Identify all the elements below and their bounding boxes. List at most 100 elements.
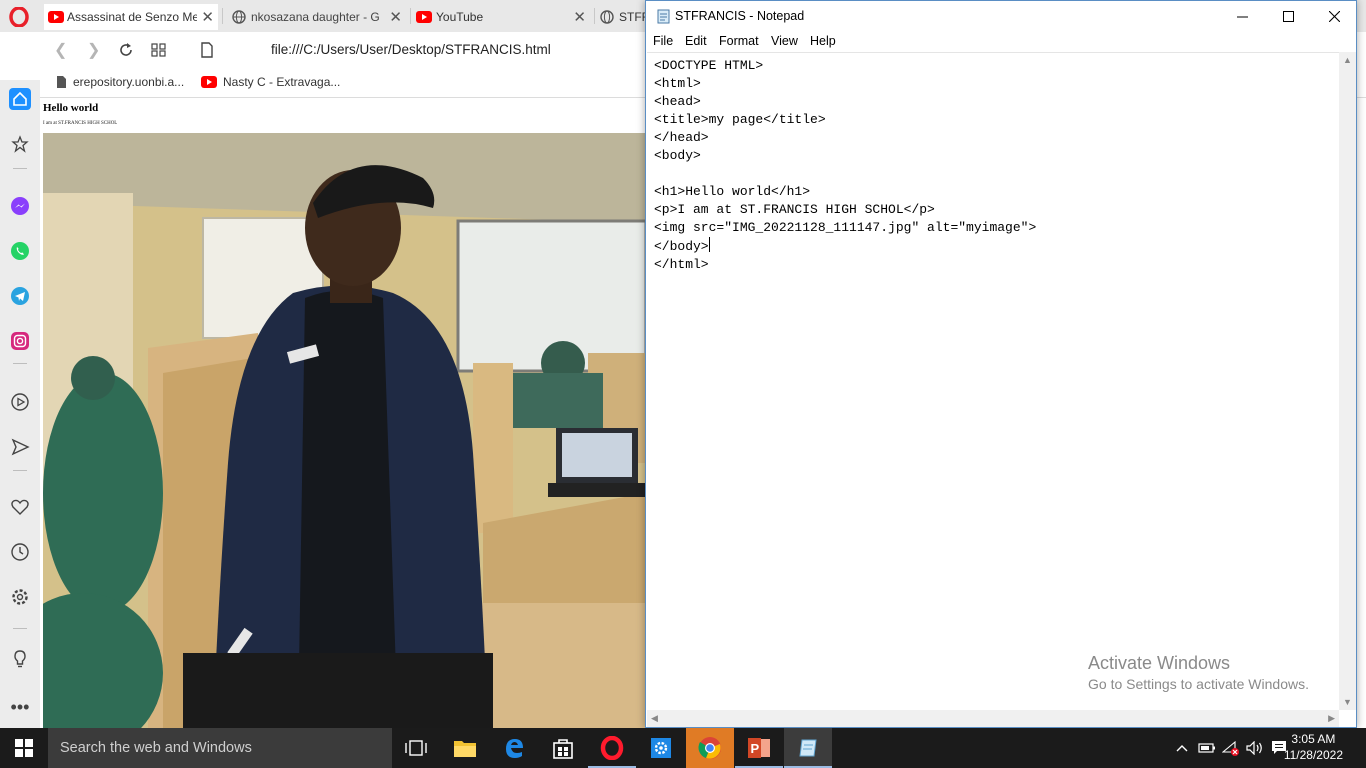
taskbar-opera[interactable]: [588, 728, 636, 768]
telegram-icon[interactable]: [9, 285, 31, 307]
scroll-up-icon[interactable]: ▲: [1343, 55, 1352, 65]
menu-help[interactable]: Help: [810, 34, 836, 48]
taskbar-chrome[interactable]: [686, 728, 734, 768]
forward-icon[interactable]: ❯: [87, 40, 100, 60]
sidebar-divider: [13, 363, 27, 364]
code-line: <title>my page</title>: [654, 112, 826, 127]
reload-icon[interactable]: [118, 42, 134, 58]
system-clock[interactable]: 3:05 AM 11/28/2022: [1284, 731, 1343, 763]
vertical-scrollbar[interactable]: ▲ ▼: [1339, 52, 1356, 710]
volume-tray[interactable]: [1244, 728, 1266, 768]
taskbar-search-box[interactable]: Search the web and Windows: [48, 728, 392, 768]
taskbar-powerpoint[interactable]: P: [735, 728, 783, 768]
minimize-icon: [1236, 16, 1248, 17]
history-icon[interactable]: [9, 541, 31, 563]
sidebar-divider: [13, 470, 27, 471]
code-line: <img src="IMG_20221128_111147.jpg" alt="…: [654, 220, 1037, 235]
menu-bar: File Edit Format View Help: [646, 31, 1356, 51]
network-tray[interactable]: [1220, 728, 1242, 768]
star-icon[interactable]: [9, 133, 31, 155]
instagram-icon[interactable]: [9, 330, 31, 352]
settings-icon[interactable]: [9, 586, 31, 608]
heart-icon[interactable]: [9, 496, 31, 518]
svg-text:P: P: [751, 741, 760, 756]
watermark-subtitle: Go to Settings to activate Windows.: [1088, 676, 1309, 692]
tab-title: nkosazana daughter - G: [251, 10, 379, 24]
youtube-icon: [416, 11, 432, 23]
opera-logo-icon[interactable]: [9, 7, 29, 27]
browser-tab[interactable]: YouTube ✕: [412, 4, 590, 30]
back-icon[interactable]: ❮: [54, 40, 67, 60]
taskbar-notepad[interactable]: [784, 728, 832, 768]
code-line: </body>: [654, 239, 709, 254]
close-button[interactable]: [1311, 1, 1357, 31]
messenger-icon[interactable]: [9, 195, 31, 217]
file-explorer-icon: [454, 741, 476, 757]
more-icon[interactable]: •••: [9, 696, 31, 718]
file-icon: [201, 42, 213, 58]
task-view-button[interactable]: [392, 728, 440, 768]
browser-tab[interactable]: Assassinat de Senzo Me ✕: [44, 4, 218, 30]
chevron-up-icon: [1176, 745, 1188, 752]
show-hidden-icons[interactable]: [1172, 728, 1192, 768]
title-bar[interactable]: STFRANCIS - Notepad: [646, 1, 1356, 31]
windows-logo-icon: [15, 739, 33, 757]
menu-format[interactable]: Format: [719, 34, 759, 48]
speed-dial-icon[interactable]: [151, 43, 166, 57]
search-placeholder: Search the web and Windows: [60, 740, 252, 756]
close-tab-icon[interactable]: ✕: [201, 8, 214, 26]
editor-text[interactable]: <DOCTYPE HTML> <html> <head> <title>my page…: [654, 57, 1036, 274]
clock-time: 3:05 AM: [1291, 732, 1336, 746]
taskbar-edge[interactable]: [490, 728, 538, 768]
tab-title: YouTube: [436, 10, 484, 24]
code-line: <head>: [654, 94, 701, 109]
window-title: STFRANCIS - Notepad: [675, 9, 805, 23]
page-photo: [43, 133, 646, 728]
store-icon: [553, 739, 573, 759]
whatsapp-icon[interactable]: [9, 240, 31, 262]
taskbar-store[interactable]: [539, 728, 587, 768]
start-button[interactable]: [0, 728, 48, 768]
minimize-button[interactable]: [1219, 1, 1265, 31]
power-tray[interactable]: [1197, 728, 1217, 768]
browser-tab[interactable]: nkosazana daughter - G ✕: [228, 4, 406, 30]
taskbar-settings[interactable]: [637, 728, 685, 768]
opera-icon: [600, 736, 624, 760]
url-field[interactable]: file:///C:/Users/User/Desktop/STFRANCIS.…: [271, 42, 551, 57]
task-view-icon: [405, 740, 427, 756]
taskbar-file-explorer[interactable]: [441, 728, 489, 768]
tab-divider: [222, 8, 223, 24]
close-tab-icon[interactable]: ✕: [389, 8, 402, 26]
close-tab-icon[interactable]: ✕: [573, 8, 586, 26]
scroll-left-icon[interactable]: ◀: [651, 713, 658, 724]
code-line: <h1>Hello world</h1>: [654, 184, 811, 199]
photo-illustration: [43, 133, 646, 728]
horizontal-scrollbar[interactable]: ◀ ▶: [647, 710, 1339, 727]
maximize-button[interactable]: [1265, 1, 1311, 31]
bookmark-label: erepository.uonbi.a...: [73, 75, 185, 89]
code-line: <body>: [654, 148, 701, 163]
rendered-page: Hello world I am at ST.FRANCIS HIGH SCHO…: [40, 99, 646, 728]
player-icon[interactable]: [9, 391, 31, 413]
scroll-right-icon[interactable]: ▶: [1328, 713, 1335, 724]
bookmark-item[interactable]: Nasty C - Extravaga...: [201, 75, 340, 89]
tab-title: STFR: [619, 10, 646, 24]
menu-file[interactable]: File: [653, 34, 673, 48]
battery-icon: [1198, 743, 1215, 753]
file-icon: [57, 76, 66, 88]
send-icon[interactable]: [9, 436, 31, 458]
menu-edit[interactable]: Edit: [685, 34, 707, 48]
bookmark-item[interactable]: erepository.uonbi.a...: [56, 75, 184, 89]
powerpoint-icon: P: [748, 738, 770, 758]
edge-icon: [506, 739, 523, 758]
browser-tab[interactable]: STFR: [596, 4, 646, 30]
home-icon[interactable]: [9, 88, 31, 110]
menu-view[interactable]: View: [771, 34, 798, 48]
chrome-icon: [698, 737, 721, 759]
clock-date: 11/28/2022: [1283, 748, 1343, 762]
text-editor-area[interactable]: <DOCTYPE HTML> <html> <head> <title>my page…: [647, 52, 1339, 710]
sidebar-divider: [13, 168, 27, 169]
scroll-down-icon[interactable]: ▼: [1343, 697, 1352, 707]
lightbulb-icon[interactable]: [9, 648, 31, 670]
